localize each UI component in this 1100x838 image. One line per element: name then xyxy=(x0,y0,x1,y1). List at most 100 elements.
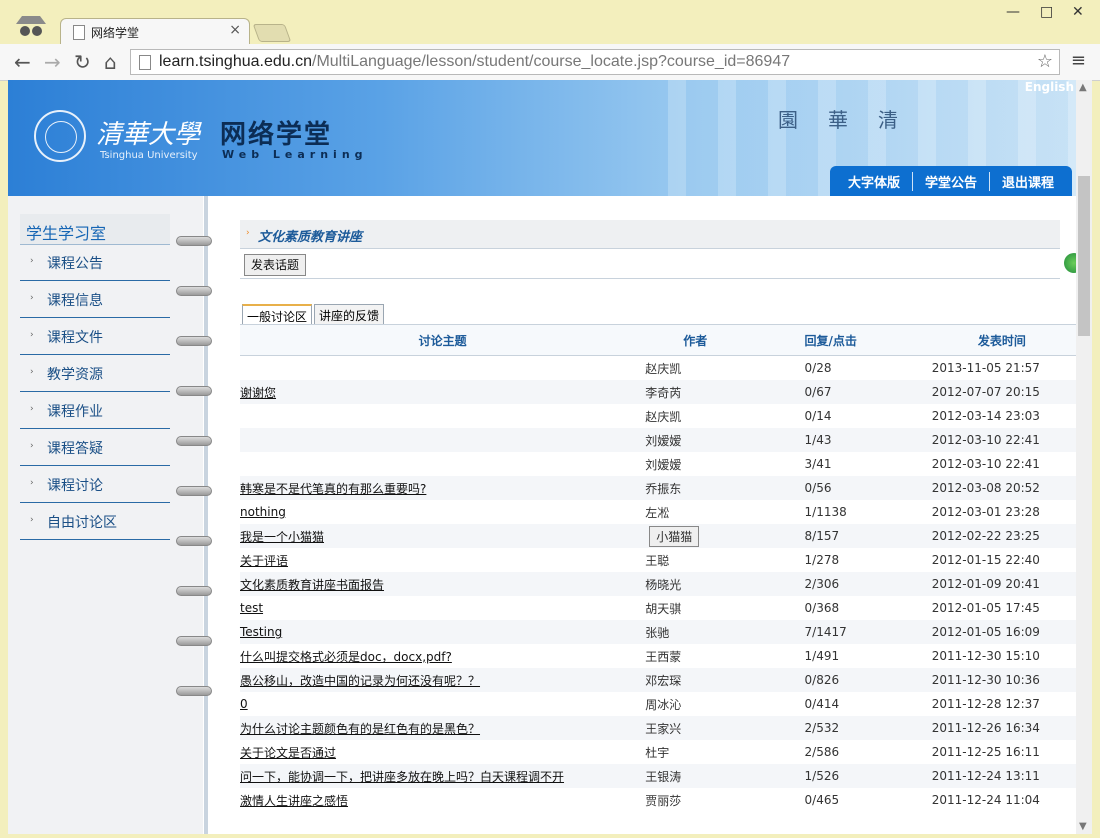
tab-close-button[interactable]: × xyxy=(229,22,241,38)
nav-exit-course[interactable]: 退出课程 xyxy=(990,172,1066,191)
post-topic-button[interactable]: 发表话题 xyxy=(244,254,307,276)
topic-cell xyxy=(240,404,645,428)
new-tab-button[interactable] xyxy=(252,24,292,42)
col-time-header[interactable]: 发表时间 xyxy=(927,324,1076,356)
reload-button[interactable]: ↻ xyxy=(74,50,91,74)
author-name: 周冰沁 xyxy=(645,697,682,712)
bookmark-star-icon[interactable]: ☆ xyxy=(1037,51,1053,72)
topic-link[interactable]: 0 xyxy=(240,697,248,711)
refresh-icon xyxy=(1064,253,1076,273)
author-name: 邓宏琛 xyxy=(645,673,682,688)
close-window-button[interactable]: ✕ xyxy=(1072,4,1084,20)
topic-cell: 什么叫提交格式必须是doc，docx,pdf? xyxy=(240,644,645,668)
bullet-icon: › xyxy=(30,293,34,303)
replies-cell: 1/526 xyxy=(804,764,928,788)
bullet-icon: › xyxy=(30,441,34,451)
tab-strip: 网络学堂 × — □ ✕ xyxy=(0,0,1100,44)
time-cell: 2011-12-30 15:10 xyxy=(931,649,1040,663)
topic-link[interactable]: 为什么讨论主题颜色有的是红色有的是黑色？ xyxy=(240,722,480,736)
url-host: learn.tsinghua.edu.cn xyxy=(159,53,312,70)
author-cell: 杨晓光 xyxy=(645,572,805,596)
replies-cell: 2/306 xyxy=(804,572,928,596)
topic-link[interactable]: 问一下，能协调一下，把讲座多放在晚上吗？白天课程调不开 xyxy=(240,770,564,784)
forward-button[interactable]: → xyxy=(44,50,61,74)
browser-menu-button[interactable]: ≡ xyxy=(1071,50,1086,71)
table-row: 关于论文是否通过 杜宇 2/586 2011-12-25 16:11 xyxy=(240,740,1076,764)
topic-link[interactable]: 关于论文是否通过 xyxy=(240,746,336,760)
topic-link[interactable]: 关于评语 xyxy=(240,554,288,568)
topic-cell: 0 xyxy=(240,692,645,716)
address-bar[interactable]: learn.tsinghua.edu.cn/MultiLanguage/less… xyxy=(130,49,1060,75)
url-text[interactable]: learn.tsinghua.edu.cn/MultiLanguage/less… xyxy=(159,53,790,71)
author-cell: 贾丽莎 xyxy=(645,788,804,812)
browser-tab[interactable]: 网络学堂 × xyxy=(60,18,250,44)
author-name: 左凇 xyxy=(645,505,670,520)
topic-link[interactable]: Testing xyxy=(240,625,282,639)
english-link[interactable]: English xyxy=(1025,80,1074,94)
table-row: 谢谢您 李奇芮 0/67 2012-07-07 20:15 xyxy=(240,380,1076,404)
author-cell: 赵庆凯 xyxy=(645,404,804,428)
table-row: 问一下，能协调一下，把讲座多放在晚上吗？白天课程调不开 王银涛 1/526 2011-… xyxy=(240,764,1076,788)
maximize-button[interactable]: □ xyxy=(1040,4,1053,20)
divider xyxy=(240,278,1060,279)
page-scrollbar[interactable]: ▲ ▼ xyxy=(1076,80,1092,834)
scrollbar-thumb[interactable] xyxy=(1078,176,1090,336)
minimize-button[interactable]: — xyxy=(1006,4,1020,20)
col-topic-header[interactable]: 讨论主题 xyxy=(240,324,646,356)
sidebar-item-label: 课程公告 xyxy=(47,256,103,272)
topic-link[interactable]: nothing xyxy=(240,505,286,519)
binder-ring xyxy=(176,236,212,246)
time-cell: 2012-01-09 20:41 xyxy=(927,572,1076,596)
topic-link[interactable]: 韩寒是不是代笔真的有那么重要吗? xyxy=(240,482,426,496)
replies-cell: 0/368 xyxy=(804,601,840,615)
site-title-en: Web Learning xyxy=(222,148,368,161)
sidebar-item-course-files[interactable]: › 课程文件 xyxy=(20,318,170,355)
topic-cell: test xyxy=(240,596,645,620)
arrow-icon: › xyxy=(246,228,250,238)
sidebar-item-discussion[interactable]: › 课程讨论 xyxy=(20,466,170,503)
table-row: 关于评语 王聪 1/278 2012-01-15 22:40 xyxy=(240,548,1076,572)
topic-link[interactable]: 文化素质教育讲座书面报告 xyxy=(240,578,384,592)
sidebar-item-free-discussion[interactable]: › 自由讨论区 xyxy=(20,503,170,540)
back-button[interactable]: ← xyxy=(14,50,31,74)
scroll-up-icon[interactable]: ▲ xyxy=(1079,82,1087,93)
col-author-header[interactable]: 作者 xyxy=(645,324,805,356)
topic-link[interactable]: 什么叫提交格式必须是doc，docx,pdf? xyxy=(240,650,452,664)
sidebar-item-course-notice[interactable]: › 课程公告 xyxy=(20,244,170,281)
topic-link[interactable]: 激情人生讲座之感悟 xyxy=(240,794,348,808)
topic-cell: 关于论文是否通过 xyxy=(240,740,645,764)
author-cell: 周冰沁 xyxy=(645,692,804,716)
forum-tabs: 一般讨论区 讲座的反馈 xyxy=(242,304,386,324)
scroll-down-icon[interactable]: ▼ xyxy=(1079,821,1087,832)
sidebar-item-qa[interactable]: › 课程答疑 xyxy=(20,429,170,466)
tab-general-discussion[interactable]: 一般讨论区 xyxy=(242,304,313,324)
replies-cell: 0/14 xyxy=(804,409,832,423)
sidebar-item-course-info[interactable]: › 课程信息 xyxy=(20,281,170,318)
author-cell: 左凇 xyxy=(645,500,804,524)
author-name: 杨晓光 xyxy=(645,577,682,592)
sidebar-heading: 学生学习室 xyxy=(20,214,170,245)
binder-ring xyxy=(176,486,212,496)
topic-cell xyxy=(240,356,645,381)
nav-announcements[interactable]: 学堂公告 xyxy=(913,171,990,191)
col-replies-header[interactable]: 回复/点击 xyxy=(804,324,928,356)
top-nav: 大字体版 学堂公告 退出课程 xyxy=(829,166,1072,196)
topic-link[interactable]: 我是一个小猫猫 xyxy=(240,530,324,544)
nav-large-font[interactable]: 大字体版 xyxy=(836,171,913,191)
author-button[interactable]: 小猫猫 xyxy=(649,525,700,547)
sidebar-item-homework[interactable]: › 课程作业 xyxy=(20,392,170,429)
topic-link[interactable]: test xyxy=(240,601,263,615)
home-button[interactable]: ⌂ xyxy=(104,50,117,74)
table-row: 韩寒是不是代笔真的有那么重要吗? 乔振东 0/56 2012-03-08 20:52 xyxy=(240,476,1076,500)
replies-cell: 0/56 xyxy=(804,476,928,500)
binder-ring xyxy=(176,536,212,546)
topic-link[interactable]: 谢谢您 xyxy=(240,386,276,400)
table-row: 文化素质教育讲座书面报告 杨晓光 2/306 2012-01-09 20:41 xyxy=(240,572,1076,596)
page-viewport: 園華清 清華大學 Tsinghua University 网络学堂 Web Le… xyxy=(8,80,1076,834)
topic-link[interactable]: 愚公移山，改造中国的记录为何还没有呢？？ xyxy=(240,674,480,688)
tab-lecture-feedback[interactable]: 讲座的反馈 xyxy=(314,304,385,324)
binder-ring xyxy=(176,336,212,346)
author-name: 王西蒙 xyxy=(645,649,682,664)
sidebar-item-resources[interactable]: › 教学资源 xyxy=(20,355,170,392)
time-cell: 2011-12-24 11:04 xyxy=(931,793,1040,807)
